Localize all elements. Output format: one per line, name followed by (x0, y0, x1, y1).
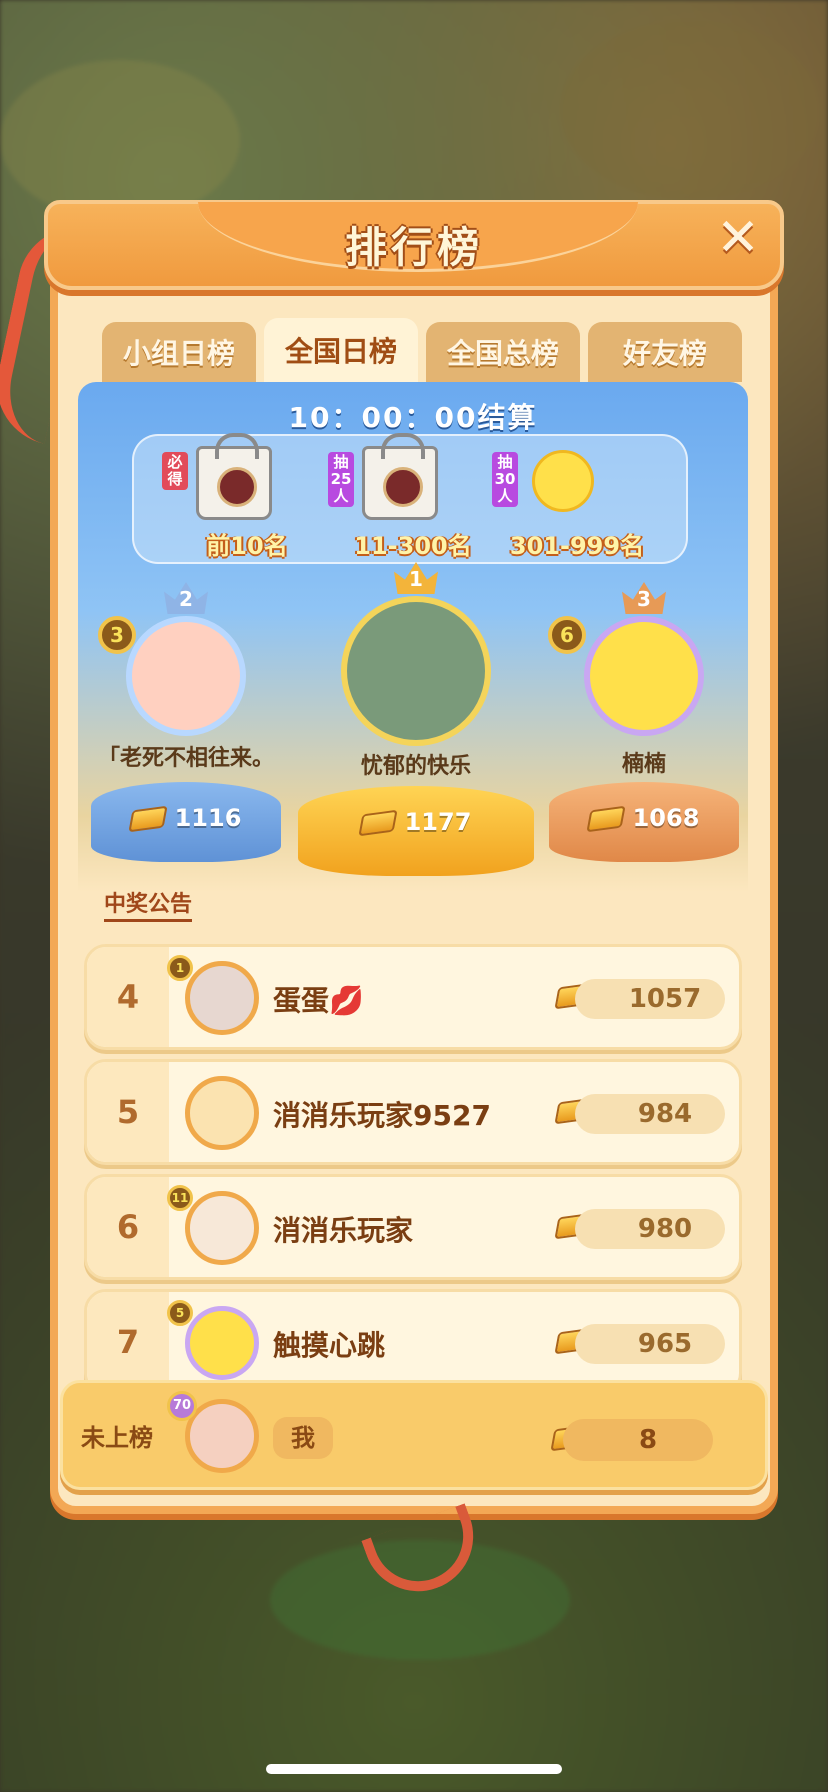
score-pill: 980 (575, 1209, 725, 1249)
podium-area: 10：00：00结算 必得 前10名 抽25人 11-300名 抽30人 301… (78, 382, 748, 892)
tab-friends[interactable]: 好友榜 (588, 322, 742, 382)
podium-score: 1116 (86, 804, 286, 833)
settlement-countdown: 10：00：00结算 (288, 401, 538, 434)
podium-second[interactable]: 2 3 「老死不相往来。 1116 (86, 582, 286, 882)
avatar (185, 1076, 259, 1150)
level-badge: 3 (98, 616, 136, 654)
panel-title: 排行榜 (344, 223, 483, 272)
gift-bag-icon (362, 433, 438, 520)
tab-group-daily[interactable]: 小组日榜 (102, 322, 256, 382)
score-pill: 965 (575, 1324, 725, 1364)
prize-label: 301-999名 (509, 532, 645, 560)
bg-blob (560, 20, 820, 200)
podium-score: 1068 (544, 804, 744, 833)
prize-301-999[interactable]: 抽30人 301-999名 (492, 446, 662, 561)
podium-score: 1177 (296, 808, 536, 837)
level-badge: 5 (167, 1300, 193, 1326)
score-pill: 984 (575, 1094, 725, 1134)
player-name: 蛋蛋💋 (273, 984, 364, 1017)
bg-blob (0, 60, 240, 220)
rank-number: 7 (87, 1292, 169, 1392)
prize-label: 前10名 (206, 532, 288, 560)
prize-box: 必得 前10名 抽25人 11-300名 抽30人 301-999名 (132, 433, 688, 564)
panel-header: 排行榜 ✕ (44, 200, 784, 290)
table-row[interactable]: 4 1 蛋蛋💋 1057 (84, 944, 742, 1050)
prize-tag: 必得 (162, 452, 188, 490)
gold-bar-icon (127, 805, 168, 833)
avatar (584, 616, 704, 736)
level-badge: 1 (167, 955, 193, 981)
score-value: 1177 (404, 808, 472, 836)
tab-national-daily[interactable]: 全国日榜 (264, 318, 418, 382)
player-name: 楠楠 (621, 752, 666, 777)
player-name: 消消乐玩家9527 (273, 1099, 491, 1132)
crown-icon: 2 (164, 582, 208, 614)
my-ranking-row[interactable]: 未上榜 70 我 8 (60, 1380, 768, 1490)
table-row[interactable]: 6 11 消消乐玩家 980 (84, 1174, 742, 1280)
avatar (185, 1191, 259, 1265)
my-name-badge: 我 (273, 1417, 333, 1459)
rank-status: 未上榜 (81, 1423, 153, 1452)
home-indicator[interactable] (266, 1764, 562, 1774)
rank-number: 4 (87, 947, 169, 1047)
player-name: 触摸心跳 (273, 1329, 386, 1362)
table-row[interactable]: 5 消消乐玩家9527 984 (84, 1059, 742, 1165)
avatar (126, 616, 246, 736)
podium-third[interactable]: 3 6 楠楠 1068 (544, 582, 744, 882)
gift-bag-icon (196, 433, 272, 520)
tab-bar: 小组日榜 全国日榜 全国总榜 好友榜 (102, 318, 742, 382)
prize-label: 11-300名 (354, 532, 472, 560)
prize-tag: 抽25人 (328, 452, 354, 507)
gold-bar-icon (585, 805, 626, 833)
gold-bar-icon (357, 809, 398, 837)
crown-icon: 3 (622, 582, 666, 614)
tab-national-total[interactable]: 全国总榜 (426, 322, 580, 382)
player-name: 消消乐玩家 (273, 1214, 414, 1247)
ranking-list: 4 1 蛋蛋💋 1057 5 消消乐玩家9527 984 6 11 消消乐玩家 … (84, 944, 742, 1404)
score-value: 1116 (174, 804, 242, 832)
avatar (341, 596, 491, 746)
level-badge: 70 (167, 1391, 197, 1421)
chick-icon (532, 450, 594, 512)
rank-number: 6 (87, 1177, 169, 1277)
player-name: 忧郁的快乐 (360, 754, 471, 779)
player-name: 「老死不相往来。 (97, 746, 274, 771)
avatar (185, 1306, 259, 1380)
award-notice-link[interactable]: 中奖公告 (104, 886, 193, 922)
score-value: 1068 (632, 804, 700, 832)
close-icon[interactable]: ✕ (714, 212, 762, 264)
score-pill: 1057 (575, 979, 725, 1019)
prize-tag: 抽30人 (492, 452, 518, 507)
score-pill: 8 (563, 1419, 713, 1461)
crown-icon: 1 (394, 562, 438, 594)
prize-top10[interactable]: 必得 前10名 (162, 433, 332, 561)
avatar (185, 961, 259, 1035)
rank-number: 5 (87, 1062, 169, 1162)
prize-11-300[interactable]: 抽25人 11-300名 (328, 433, 498, 561)
podium-first[interactable]: 1 忧郁的快乐 1177 (296, 562, 536, 892)
level-badge: 6 (548, 616, 586, 654)
level-badge: 11 (167, 1185, 193, 1211)
